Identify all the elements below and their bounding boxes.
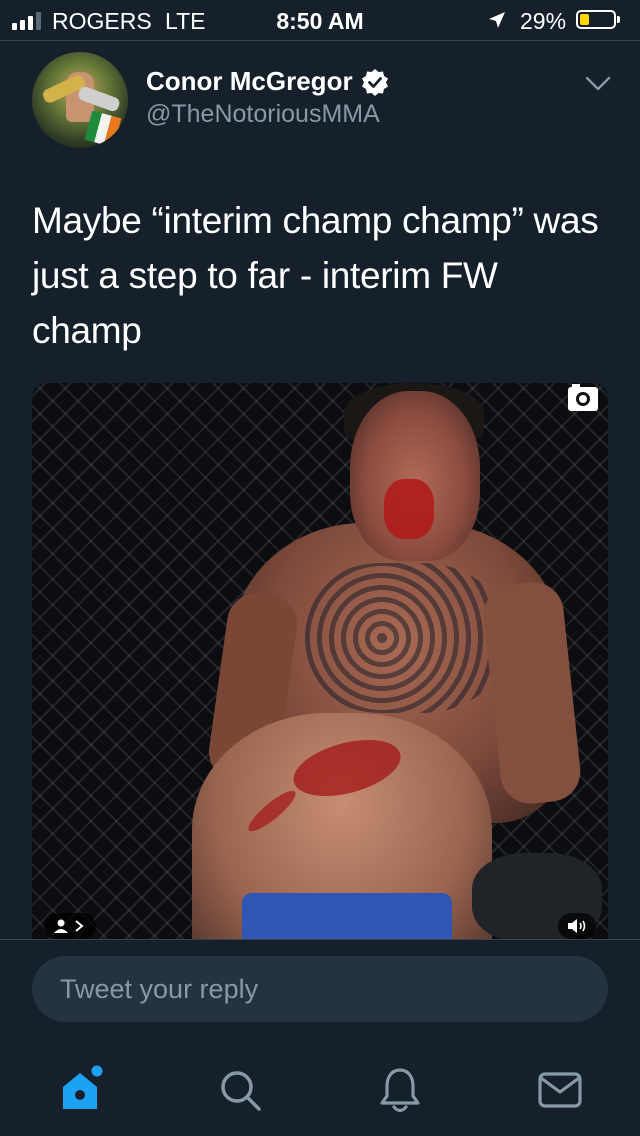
tab-home[interactable] — [50, 1060, 110, 1120]
location-arrow-icon — [489, 12, 505, 28]
bell-icon — [380, 1068, 420, 1113]
author-handle[interactable]: @TheNotoriousMMA — [146, 100, 380, 129]
reply-composer[interactable] — [32, 956, 608, 1022]
battery-percent: 29% — [520, 8, 567, 34]
tab-search[interactable] — [210, 1060, 270, 1120]
status-bar: ROGERS LTE 8:50 AM 29% — [0, 0, 640, 40]
author-name-row[interactable]: Conor McGregor — [146, 66, 389, 97]
battery-level — [580, 14, 589, 25]
tab-bar — [0, 1040, 640, 1136]
tab-messages[interactable] — [530, 1060, 590, 1120]
search-icon — [221, 1071, 261, 1111]
tab-notifications[interactable] — [370, 1060, 430, 1120]
verified-badge-icon — [361, 68, 388, 96]
status-divider — [0, 40, 640, 41]
avatar[interactable] — [32, 52, 128, 148]
sound-button[interactable] — [558, 913, 596, 939]
reply-input[interactable] — [58, 972, 582, 1006]
reply-divider — [0, 939, 640, 940]
author-display-name[interactable]: Conor McGregor — [146, 66, 353, 97]
sound-icon — [568, 919, 586, 933]
chevron-down-icon[interactable] — [585, 76, 611, 92]
camera-icon — [568, 384, 598, 411]
tag-people-icon — [54, 919, 84, 933]
mail-icon — [538, 1072, 582, 1108]
battery-icon — [576, 10, 620, 29]
home-icon — [63, 1065, 103, 1109]
tweet-text: Maybe “interim champ champ” was just a s… — [32, 200, 599, 351]
tag-people-button[interactable] — [44, 913, 96, 939]
tweet-photo[interactable] — [32, 383, 608, 939]
